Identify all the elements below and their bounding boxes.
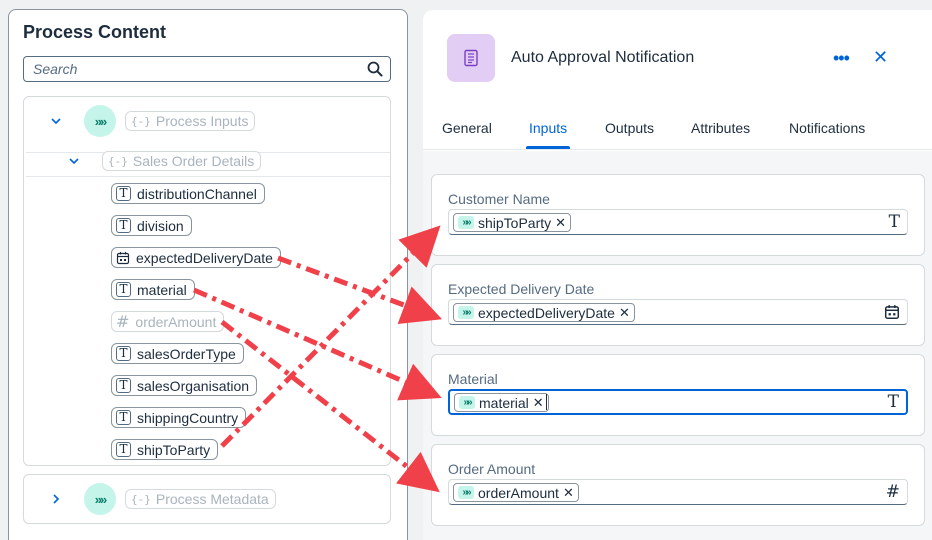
text-type-icon: T (116, 378, 131, 393)
process-metadata-bubble-icon: »» (84, 483, 116, 515)
process-inputs-bubble-icon: »» (84, 105, 116, 137)
divider (26, 176, 390, 177)
process-variable-icon: »» (458, 306, 474, 319)
chevron-down-icon[interactable] (67, 154, 81, 168)
field-division[interactable]: T division (111, 215, 192, 236)
input-card-customer-name: Customer Name »» shipToParty ✕ T (431, 174, 925, 256)
text-type-icon: T (116, 442, 131, 457)
tab-outputs[interactable]: Outputs (605, 120, 654, 136)
search-input[interactable] (24, 57, 344, 81)
inputs-form: Customer Name »» shipToParty ✕ T Expecte… (423, 151, 932, 540)
tab-inputs[interactable]: Inputs (529, 120, 567, 136)
material-input[interactable]: »» material ✕ T (448, 389, 908, 415)
input-label: Order Amount (448, 461, 536, 477)
field-ship-to-party[interactable]: T shipToParty (111, 439, 219, 460)
remove-token-icon[interactable]: ✕ (619, 305, 630, 321)
input-label: Customer Name (448, 191, 550, 207)
form-task-icon (447, 34, 495, 82)
process-variable-icon: »» (458, 216, 474, 229)
process-variable-icon: »» (459, 396, 475, 409)
text-type-icon: T (116, 346, 131, 361)
number-type-icon[interactable]: # (886, 482, 900, 502)
mapped-token[interactable]: »» orderAmount ✕ (453, 483, 579, 502)
tab-attributes[interactable]: Attributes (691, 120, 750, 136)
sales-order-details-group[interactable]: {-} Sales Order Details (102, 151, 262, 171)
input-card-expected-delivery-date: Expected Delivery Date »» expectedDelive… (431, 264, 925, 346)
text-caret (546, 394, 547, 410)
task-header: Auto Approval Notification ••• ✕ General… (423, 10, 932, 150)
process-content-panel: Process Content »» {-} Process Inputs { (8, 9, 408, 540)
text-type-icon[interactable]: T (888, 392, 899, 412)
chevron-down-icon[interactable] (49, 114, 63, 128)
calendar-icon (116, 251, 130, 264)
input-label: Expected Delivery Date (448, 281, 595, 297)
customer-name-input[interactable]: »» shipToParty ✕ T (448, 209, 908, 235)
tab-general[interactable]: General (442, 120, 492, 136)
search-field[interactable] (23, 56, 391, 82)
object-icon: {-} (108, 154, 128, 168)
input-card-material: Material »» material ✕ T (431, 354, 925, 436)
field-distribution-channel[interactable]: T distributionChannel (111, 183, 265, 204)
calendar-icon[interactable] (884, 304, 900, 320)
input-label: Material (448, 371, 498, 387)
expected-delivery-date-input[interactable]: »» expectedDeliveryDate ✕ (448, 299, 908, 325)
field-sales-organisation[interactable]: T salesOrganisation (111, 375, 258, 396)
active-tab-indicator (526, 146, 570, 149)
chevron-right-icon[interactable] (49, 492, 63, 506)
mapped-token[interactable]: »» material ✕ (454, 393, 549, 412)
task-title: Auto Approval Notification (511, 49, 695, 66)
field-sales-order-type[interactable]: T salesOrderType (111, 343, 244, 364)
remove-token-icon[interactable]: ✕ (533, 395, 544, 411)
number-type-icon: # (116, 312, 130, 331)
text-type-icon: T (116, 218, 131, 233)
search-icon[interactable] (367, 61, 383, 77)
tab-notifications[interactable]: Notifications (789, 120, 865, 136)
process-variable-icon: »» (458, 486, 474, 499)
more-options-button[interactable]: ••• (833, 48, 850, 69)
remove-token-icon[interactable]: ✕ (555, 215, 566, 231)
field-order-amount[interactable]: # orderAmount (111, 311, 225, 332)
object-icon: {-} (131, 492, 151, 506)
screen: Process Content »» {-} Process Inputs { (0, 0, 932, 540)
mapped-token[interactable]: »» expectedDeliveryDate ✕ (453, 303, 635, 322)
task-details-panel: Auto Approval Notification ••• ✕ General… (423, 10, 932, 540)
text-type-icon: T (116, 410, 131, 425)
input-card-order-amount: Order Amount »» orderAmount ✕ # (431, 444, 925, 526)
process-metadata-group[interactable]: {-} Process Metadata (125, 489, 276, 509)
object-icon: {-} (131, 114, 151, 128)
panel-title: Process Content (23, 22, 167, 42)
process-inputs-group[interactable]: {-} Process Inputs (125, 111, 256, 131)
remove-token-icon[interactable]: ✕ (563, 485, 574, 501)
field-shipping-country[interactable]: T shippingCountry (111, 407, 247, 428)
process-metadata-tree: »» {-} Process Metadata (23, 474, 391, 524)
close-button[interactable]: ✕ (873, 47, 888, 68)
text-type-icon: T (116, 282, 131, 297)
order-amount-input[interactable]: »» orderAmount ✕ # (448, 479, 908, 505)
text-type-icon: T (116, 186, 131, 201)
text-type-icon[interactable]: T (889, 212, 900, 232)
field-material[interactable]: T material (111, 279, 195, 300)
mapped-token[interactable]: »» shipToParty ✕ (453, 213, 572, 232)
field-expected-delivery-date[interactable]: expectedDeliveryDate (111, 247, 281, 268)
